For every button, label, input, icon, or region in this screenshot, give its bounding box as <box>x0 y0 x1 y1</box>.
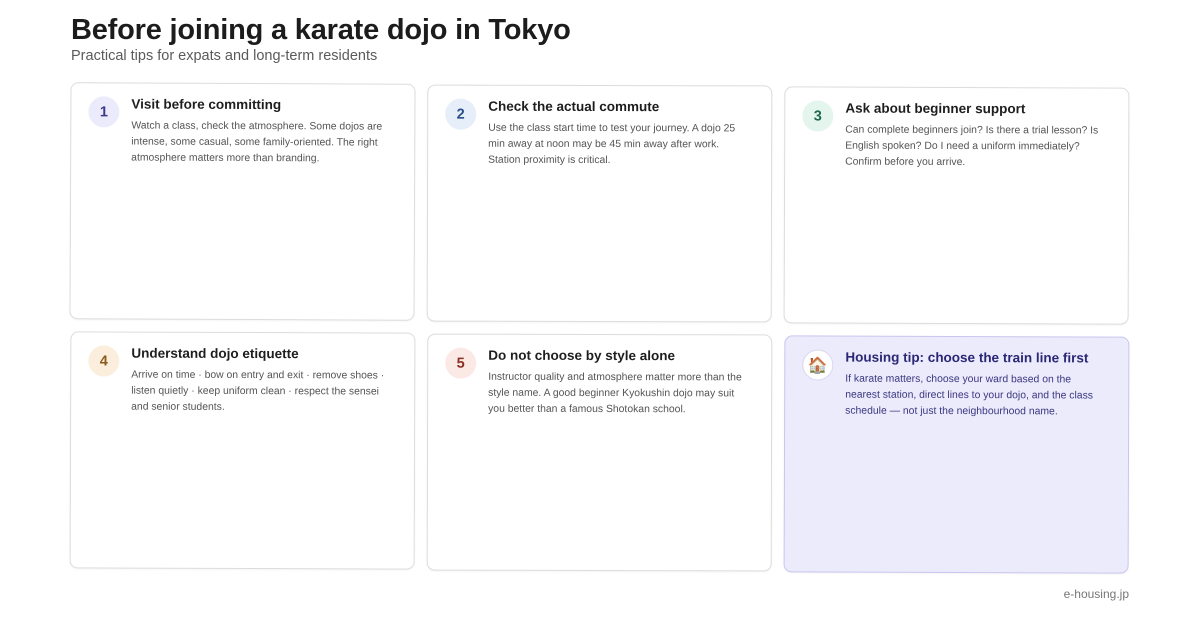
housing-tip-card: 🏠 Housing tip: choose the train line fir… <box>783 335 1130 574</box>
tips-grid: 1 Visit before committing Watch a class,… <box>69 82 1130 574</box>
tip-card-beginner-support: 3 Ask about beginner support Can complet… <box>783 86 1130 325</box>
card-body: Watch a class, check the atmosphere. Som… <box>131 120 383 165</box>
number-badge: 1 <box>88 96 120 128</box>
card-body: Use the class start time to test your jo… <box>488 122 736 167</box>
number-badge: 2 <box>445 98 477 130</box>
house-icon: 🏠 <box>802 349 834 381</box>
card-title: Visit before committing <box>131 96 282 113</box>
tip-card-visit: 1 Visit before committing Watch a class,… <box>69 82 416 321</box>
tip-card-style: 5 Do not choose by style alone Instructo… <box>426 333 773 572</box>
card-title: Housing tip: choose the train line first <box>845 349 1089 366</box>
card-body: Arrive on time · bow on entry and exit ·… <box>131 369 385 413</box>
card-body: If karate matters, choose your ward base… <box>845 373 1094 418</box>
card-title: Ask about beginner support <box>845 100 1026 117</box>
number-badge: 3 <box>802 100 834 132</box>
source-credit: e-housing.jp <box>1063 587 1129 601</box>
card-body: Instructor quality and atmosphere matter… <box>488 371 742 416</box>
number-badge: 4 <box>88 345 120 377</box>
tip-card-commute: 2 Check the actual commute Use the class… <box>426 84 773 323</box>
number-badge: 5 <box>445 347 477 379</box>
infographic-page: Before joining a karate dojo in Tokyo Pr… <box>0 0 1200 630</box>
card-title: Do not choose by style alone <box>488 347 676 364</box>
card-title: Check the actual commute <box>488 98 660 115</box>
tip-card-etiquette: 4 Understand dojo etiquette Arrive on ti… <box>69 331 416 570</box>
card-title: Understand dojo etiquette <box>131 345 299 362</box>
card-body: Can complete beginners join? Is there a … <box>845 124 1099 169</box>
page-title: Before joining a karate dojo in Tokyo <box>71 14 571 46</box>
page-subtitle: Practical tips for expats and long-term … <box>71 48 378 64</box>
